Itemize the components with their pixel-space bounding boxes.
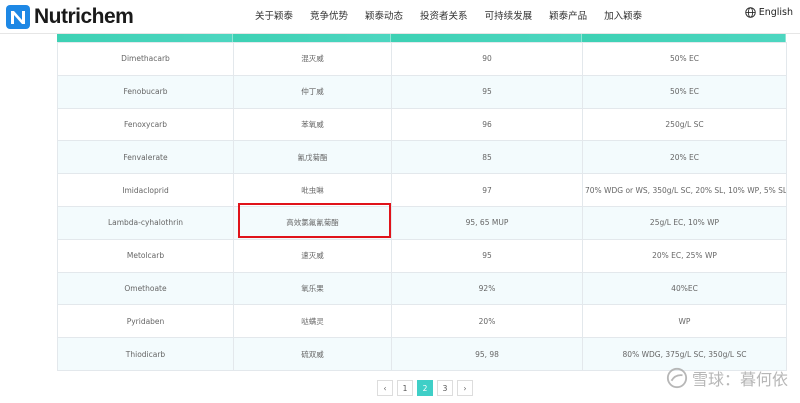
- cell-formulation: 50% EC: [582, 74, 787, 109]
- cell-product-en: Omethoate: [57, 271, 234, 306]
- snowball-logo-icon: [666, 367, 688, 389]
- cell-purity: 20%: [391, 304, 583, 339]
- nutrichem-logo-icon: [6, 5, 30, 29]
- cell-product-cn: 氧乐果: [233, 271, 392, 306]
- header-cell: [391, 34, 582, 42]
- table-row: Omethoate 氧乐果 92% 40%EC: [57, 271, 787, 306]
- product-table: Dimethacarb 混灭威 90 50% EC Fenobucarb 仲丁威…: [57, 34, 787, 371]
- next-page-button[interactable]: ›: [457, 380, 473, 396]
- prev-page-button[interactable]: ‹: [377, 380, 393, 396]
- cell-product-cn: 苯氧威: [233, 107, 392, 142]
- main-nav: 关于颖泰 竞争优势 颖泰动态 投资者关系 可持续发展 颖泰产品 加入颖泰: [255, 0, 659, 30]
- cell-purity: 85: [391, 140, 583, 175]
- watermark: 雪球：暮何依: [666, 366, 788, 390]
- table-header-bar: [57, 34, 786, 42]
- cell-product-en: Fenobucarb: [57, 74, 234, 109]
- cell-formulation: 250g/L SC: [582, 107, 787, 142]
- page-button-2[interactable]: 2: [417, 380, 433, 396]
- header-cell: [582, 34, 786, 42]
- nav-item-sustainability[interactable]: 可持续发展: [485, 8, 533, 22]
- cell-purity: 95: [391, 74, 583, 109]
- cell-formulation: 20% EC, 25% WP: [582, 238, 787, 273]
- cell-product-en: Pyridaben: [57, 304, 234, 339]
- cell-product-cn: 仲丁威: [233, 74, 392, 109]
- cell-purity: 92%: [391, 271, 583, 306]
- cell-formulation: 20% EC: [582, 140, 787, 175]
- cell-product-cn: 氰戊菊酯: [233, 140, 392, 175]
- nav-item-news[interactable]: 颖泰动态: [365, 8, 403, 22]
- cell-formulation: 50% EC: [582, 42, 787, 76]
- table-row: Metolcarb 速灭威 95 20% EC, 25% WP: [57, 238, 787, 273]
- cell-product-en: Lambda-cyhalothrin: [57, 205, 234, 240]
- globe-icon: [744, 7, 756, 18]
- table-row: Dimethacarb 混灭威 90 50% EC: [57, 42, 787, 76]
- site-header: Nutrichem 关于颖泰 竞争优势 颖泰动态 投资者关系 可持续发展 颖泰产…: [0, 0, 800, 34]
- cell-product-en: Thiodicarb: [57, 337, 234, 371]
- pagination: ‹ 1 2 3 ›: [377, 380, 477, 396]
- page-button-1[interactable]: 1: [397, 380, 413, 396]
- cell-purity: 95: [391, 238, 583, 273]
- table-row: Fenobucarb 仲丁威 95 50% EC: [57, 74, 787, 109]
- cell-product-en: Dimethacarb: [57, 42, 234, 76]
- table-row: Fenvalerate 氰戊菊酯 85 20% EC: [57, 140, 787, 175]
- nav-item-careers[interactable]: 加入颖泰: [604, 8, 642, 22]
- cell-product-cn: 硫双威: [233, 337, 392, 371]
- cell-product-en: Metolcarb: [57, 238, 234, 273]
- cell-purity: 90: [391, 42, 583, 76]
- nav-item-products[interactable]: 颖泰产品: [549, 8, 587, 22]
- product-list: Dimethacarb 混灭威 90 50% EC Fenobucarb 仲丁威…: [57, 42, 787, 371]
- watermark-text: 雪球：暮何依: [691, 370, 788, 389]
- header-cell: [233, 34, 391, 42]
- cell-formulation: 70% WDG or WS, 350g/L SC, 20% SL, 10% WP…: [582, 173, 787, 207]
- cell-product-cn: 速灭威: [233, 238, 392, 273]
- cell-purity: 97: [391, 173, 583, 207]
- cell-formulation: WP: [582, 304, 787, 339]
- table-row: Pyridaben 哒螨灵 20% WP: [57, 304, 787, 339]
- header-cell: [57, 34, 233, 42]
- nav-item-about[interactable]: 关于颖泰: [255, 8, 293, 22]
- cell-purity: 96: [391, 107, 583, 142]
- cell-product-cn: 吡虫啉: [233, 173, 392, 207]
- brand-name: Nutrichem: [34, 5, 134, 28]
- table-row: Lambda-cyhalothrin 高效氯氟氰菊酯 95, 65 MUP 25…: [57, 205, 787, 240]
- language-label: English: [758, 7, 793, 18]
- table-row: Fenoxycarb 苯氧威 96 250g/L SC: [57, 107, 787, 142]
- table-row: Imidacloprid 吡虫啉 97 70% WDG or WS, 350g/…: [57, 173, 787, 207]
- logo[interactable]: Nutrichem: [6, 3, 134, 31]
- cell-product-en: Fenvalerate: [57, 140, 234, 175]
- cell-purity: 95, 98: [391, 337, 583, 371]
- highlight-box: [238, 203, 391, 238]
- cell-purity: 95, 65 MUP: [391, 205, 583, 240]
- nav-item-investors[interactable]: 投资者关系: [420, 8, 468, 22]
- cell-product-en: Imidacloprid: [57, 173, 234, 207]
- page-button-3[interactable]: 3: [437, 380, 453, 396]
- cell-formulation: 40%EC: [582, 271, 787, 306]
- cell-product-en: Fenoxycarb: [57, 107, 234, 142]
- cell-product-cn: 混灭威: [233, 42, 392, 76]
- nav-item-advantage[interactable]: 竞争优势: [310, 8, 348, 22]
- language-switch[interactable]: English: [744, 7, 793, 18]
- cell-product-cn: 哒螨灵: [233, 304, 392, 339]
- cell-formulation: 25g/L EC, 10% WP: [582, 205, 787, 240]
